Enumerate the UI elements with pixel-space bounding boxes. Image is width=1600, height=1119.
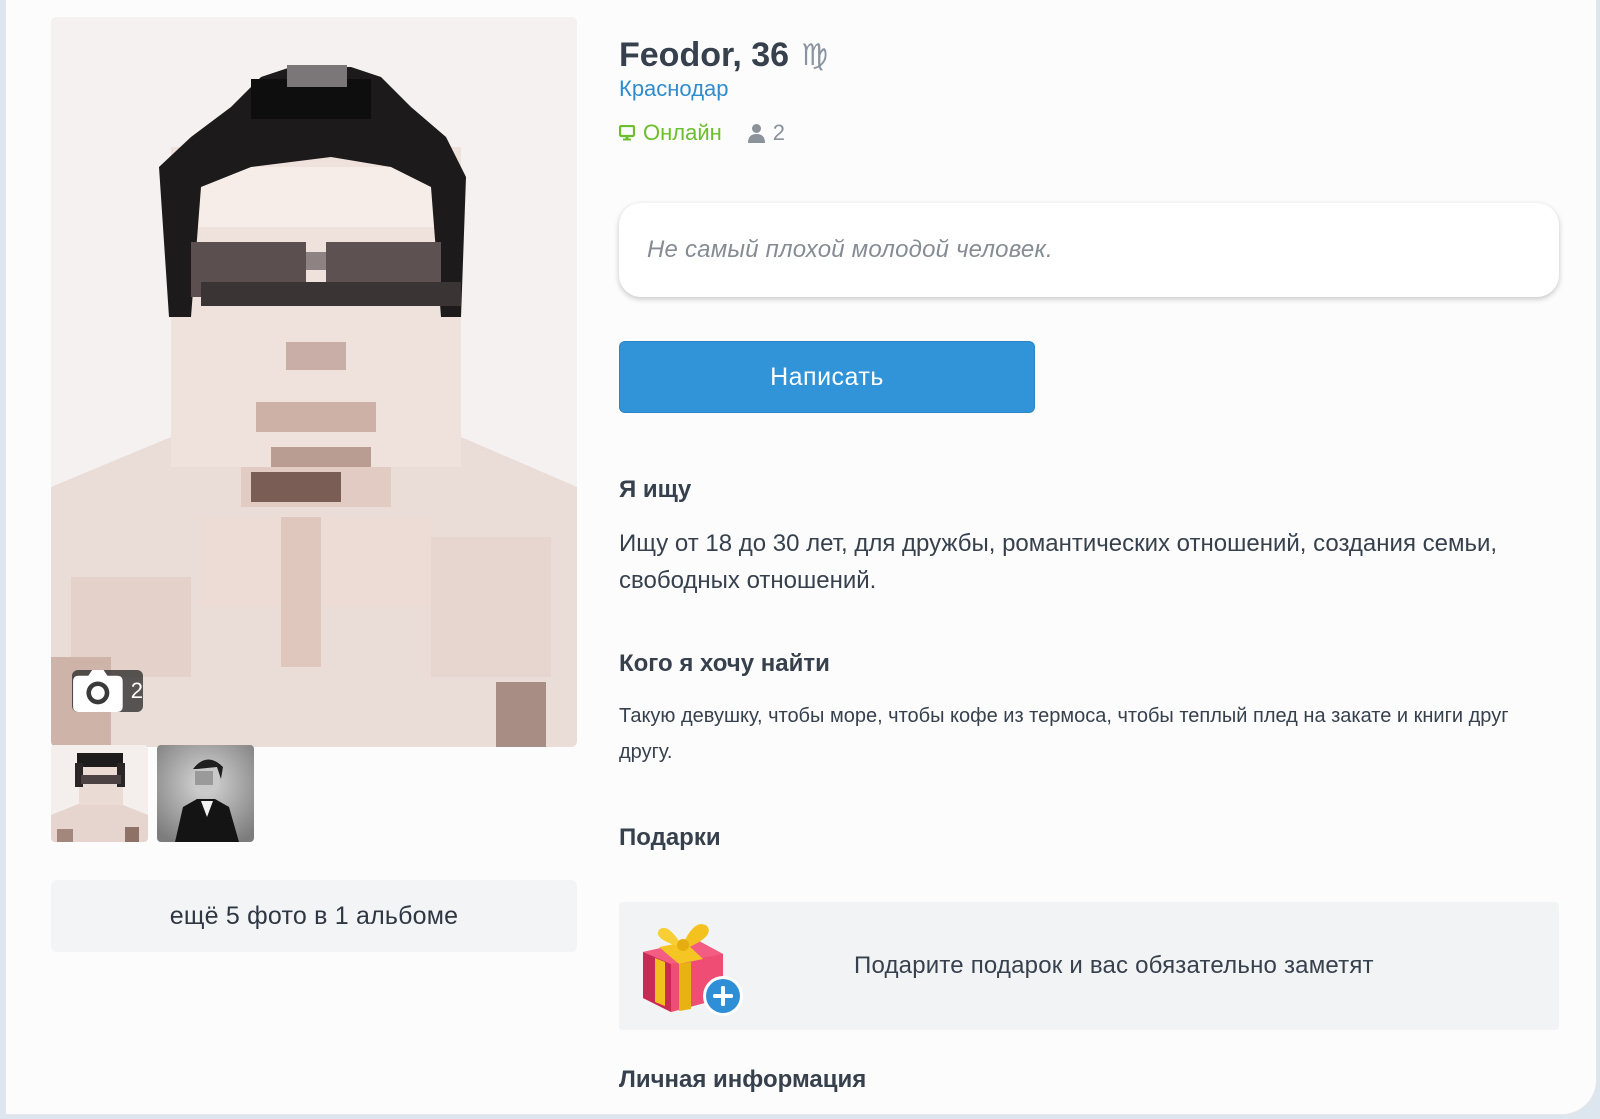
presence-row: Онлайн 2 xyxy=(619,118,785,148)
user-icon xyxy=(747,124,765,143)
who-i-want-heading: Кого я хочу найти xyxy=(619,650,830,677)
profile-name-age: Feodor, 36 xyxy=(619,35,790,74)
looking-for-heading: Я ищу xyxy=(619,476,692,503)
profile-card: 2 ещё 5 фото в 1 альбоме Feodor, 36 ♍ Кр… xyxy=(6,0,1596,1114)
online-status-label: Онлайн xyxy=(643,120,722,145)
virgo-icon: ♍ xyxy=(801,37,828,73)
write-message-button[interactable]: Написать xyxy=(619,341,1035,413)
online-status: Онлайн xyxy=(619,120,722,146)
personal-info-heading: Личная информация xyxy=(619,1066,867,1093)
photo-count-value: 2 xyxy=(130,678,143,703)
main-profile-photo[interactable]: 2 xyxy=(51,17,577,747)
visitors-counter[interactable]: 2 xyxy=(747,120,786,146)
gift-prompt: Подарите подарок и вас обязательно замет… xyxy=(854,952,1374,979)
status-message: Не самый плохой молодой человек. xyxy=(619,203,1559,297)
photo-thumbnail-2[interactable] xyxy=(157,745,254,842)
gift-add-icon xyxy=(643,924,743,1016)
photo-count-badge: 2 xyxy=(72,670,143,712)
thumbnail-image xyxy=(51,745,148,842)
profile-header: Feodor, 36 ♍ xyxy=(619,30,828,80)
city-link[interactable]: Краснодар xyxy=(619,76,729,102)
monitor-icon xyxy=(619,125,635,141)
looking-for-text: Ищу от 18 до 30 лет, для дружбы, романти… xyxy=(619,530,1498,594)
visitors-count: 2 xyxy=(772,120,786,145)
more-photos-button[interactable]: ещё 5 фото в 1 альбоме xyxy=(51,880,577,952)
who-i-want-text: Такую девушку, чтобы море, чтобы кофе из… xyxy=(619,705,1509,763)
gifts-heading: Подарки xyxy=(619,824,721,851)
thumbnail-image xyxy=(157,745,254,842)
send-gift-banner[interactable]: Подарите подарок и вас обязательно замет… xyxy=(619,902,1559,1030)
pixelated-portrait-image xyxy=(51,17,577,747)
photo-thumbnail-1[interactable] xyxy=(51,745,148,842)
camera-icon xyxy=(73,670,123,712)
